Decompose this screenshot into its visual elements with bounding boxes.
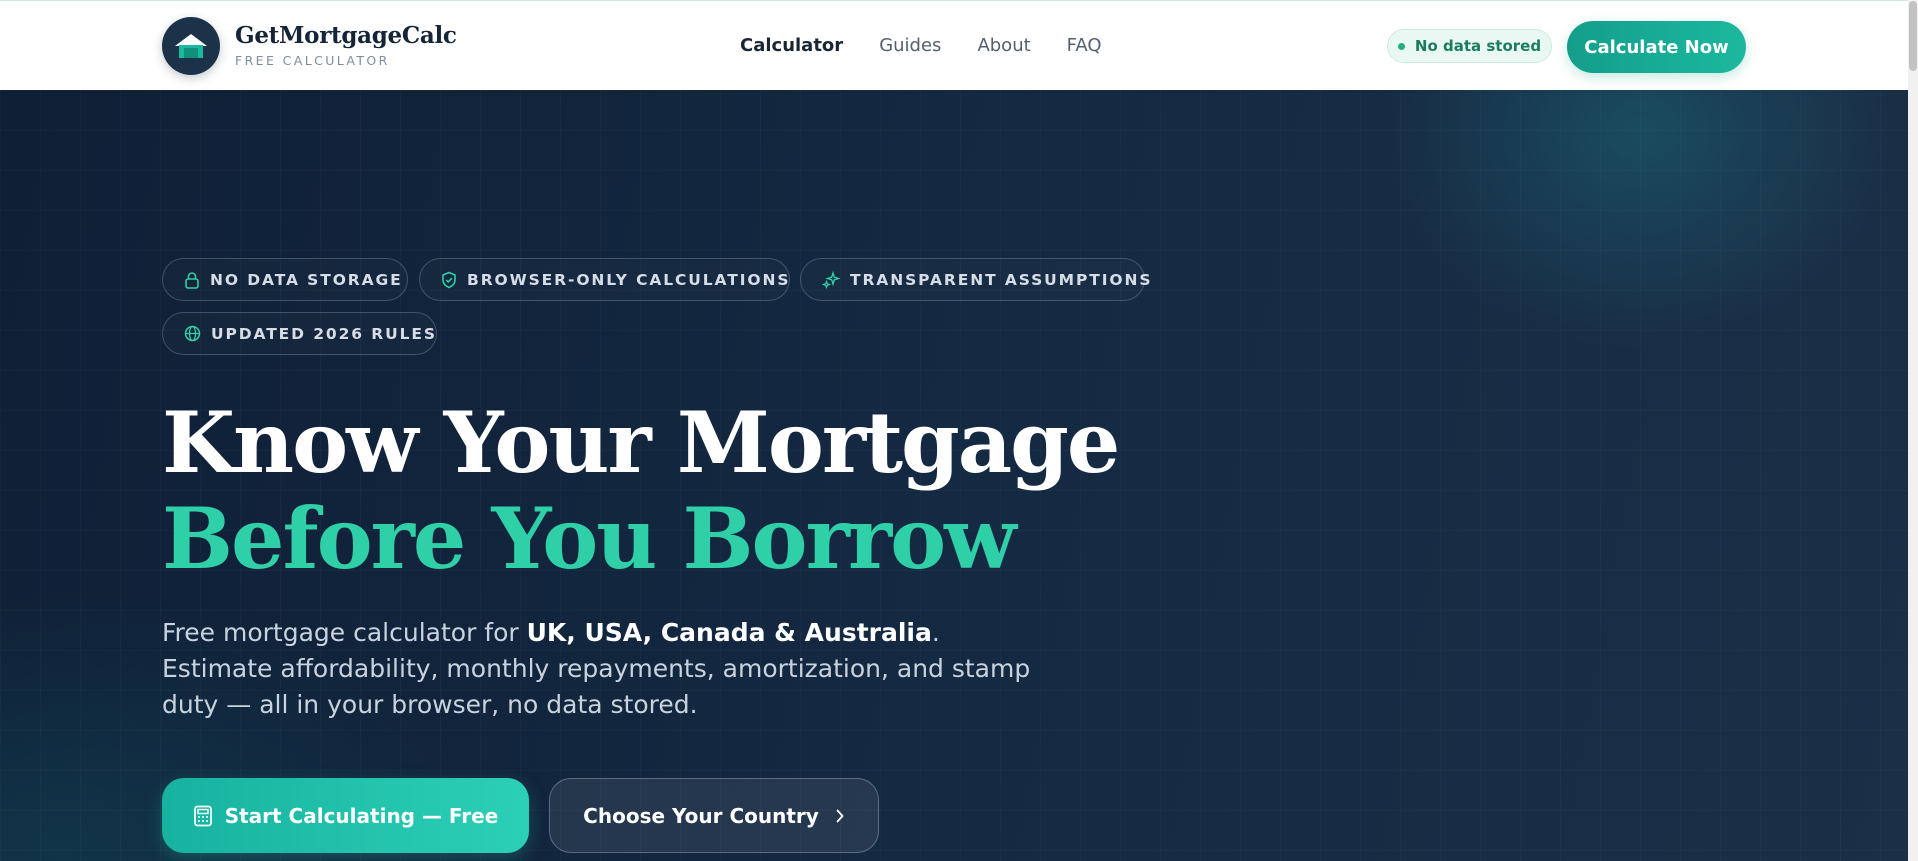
main-nav: Calculator Guides About FAQ	[740, 33, 1138, 59]
sparkles-icon	[822, 270, 840, 289]
choose-country-label: Choose Your Country	[583, 803, 819, 828]
calculator-icon	[193, 805, 212, 826]
no-data-stored-badge: No data stored	[1387, 29, 1552, 63]
site-header: GetMortgageCalc FREE CALCULATOR Calculat…	[0, 0, 1908, 90]
house-logo-icon	[162, 17, 220, 75]
globe-icon	[184, 325, 201, 342]
hero-description: Free mortgage calculator for UK, USA, Ca…	[162, 615, 1042, 723]
badge-label: UPDATED 2026 RULES	[211, 324, 437, 343]
nav-item-calculator[interactable]: Calculator	[740, 33, 843, 59]
hero-description-countries: UK, USA, Canada & Australia	[526, 618, 932, 647]
lock-icon	[185, 271, 199, 289]
chevron-right-icon	[836, 809, 844, 822]
status-dot-icon	[1397, 42, 1405, 50]
hero-section: NO DATA STORAGE BROWSER-ONLY CALCULATION…	[0, 90, 1908, 861]
shield-check-icon	[442, 271, 456, 288]
calculate-now-button[interactable]: Calculate Now	[1567, 21, 1746, 73]
no-data-stored-label: No data stored	[1414, 37, 1542, 55]
badge-updated-rules: UPDATED 2026 RULES	[162, 312, 437, 355]
hero-title-line1: Know Your Mortgage	[162, 393, 1120, 492]
hero-title-line2: Before You Borrow	[162, 489, 1016, 588]
badge-label: NO DATA STORAGE	[210, 270, 403, 289]
brand-name: GetMortgageCalc	[235, 22, 457, 49]
nav-item-guides[interactable]: Guides	[879, 33, 941, 59]
nav-item-faq[interactable]: FAQ	[1067, 33, 1102, 59]
page: GetMortgageCalc FREE CALCULATOR Calculat…	[0, 0, 1918, 861]
choose-country-button[interactable]: Choose Your Country	[549, 778, 879, 853]
brand-tagline: FREE CALCULATOR	[235, 53, 390, 68]
badge-label: TRANSPARENT ASSUMPTIONS	[850, 270, 1153, 289]
nav-item-about[interactable]: About	[977, 33, 1030, 59]
scrollbar[interactable]	[1908, 0, 1918, 861]
scrollbar-thumb[interactable]	[1909, 1, 1917, 71]
badge-no-data-storage: NO DATA STORAGE	[162, 258, 408, 301]
hero-title: Know Your Mortgage Before You Borrow	[162, 393, 1120, 588]
badge-label: BROWSER-ONLY CALCULATIONS	[467, 270, 791, 289]
start-calculating-button[interactable]: Start Calculating — Free	[162, 778, 529, 853]
brand-logo[interactable]: GetMortgageCalc FREE CALCULATOR	[162, 17, 457, 75]
badge-browser-only: BROWSER-ONLY CALCULATIONS	[419, 258, 790, 301]
badge-transparent-assumptions: TRANSPARENT ASSUMPTIONS	[800, 258, 1150, 301]
hero-description-intro: Free mortgage calculator for	[162, 618, 527, 647]
start-calculating-label: Start Calculating — Free	[224, 803, 499, 828]
